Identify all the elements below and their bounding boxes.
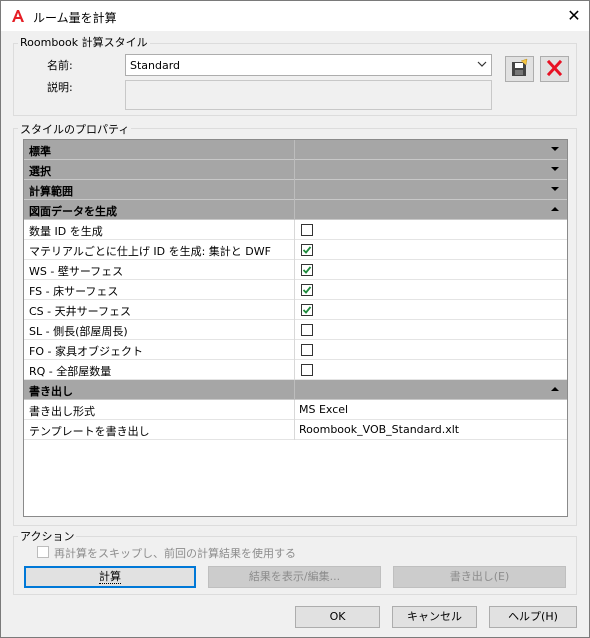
- property-row: CS - 天井サーフェス: [24, 300, 567, 320]
- export-button[interactable]: 書き出し(E): [393, 566, 566, 588]
- skip-recalc-checkbox[interactable]: [37, 546, 49, 558]
- column-divider: [294, 420, 295, 440]
- category-label: 標準: [29, 145, 51, 158]
- help-button[interactable]: ヘルプ(H): [489, 606, 577, 628]
- checkmark-icon: [302, 306, 312, 314]
- column-divider: [294, 360, 295, 380]
- delete-style-button[interactable]: [540, 56, 569, 82]
- property-row: SL - 側長(部屋周長): [24, 320, 567, 340]
- category-label: 図面データを生成: [29, 205, 117, 218]
- ok-button[interactable]: OK: [295, 606, 380, 628]
- ok-button-label: OK: [329, 610, 346, 623]
- property-label: マテリアルごとに仕上げ ID を生成: 集計と DWF: [29, 245, 271, 258]
- column-divider: [294, 240, 295, 260]
- properties-group-title: スタイルのプロパティ: [18, 121, 132, 137]
- description-field: [125, 80, 492, 110]
- save-icon: [512, 58, 528, 76]
- action-group-title: アクション: [18, 528, 77, 544]
- close-icon[interactable]: ✕: [561, 5, 587, 27]
- property-checkbox[interactable]: [301, 304, 313, 316]
- autocad-app-icon: [10, 8, 26, 24]
- name-label: 名前:: [47, 59, 73, 72]
- property-checkbox[interactable]: [301, 324, 313, 336]
- property-row: テンプレートを書き出し Roombook_VOB_Standard.xlt: [24, 420, 567, 440]
- column-divider: [294, 140, 295, 160]
- property-checkbox[interactable]: [301, 244, 313, 256]
- checkmark-icon: [302, 246, 312, 254]
- checkmark-icon: [302, 286, 312, 294]
- category-label: 書き出し: [29, 385, 73, 398]
- column-divider: [294, 300, 295, 320]
- expanded-arrow-icon[interactable]: [551, 205, 559, 213]
- category-label: 計算範囲: [29, 185, 73, 198]
- property-checkbox[interactable]: [301, 224, 313, 236]
- cancel-button-label: キャンセル: [407, 610, 462, 623]
- chevron-down-icon: [477, 58, 487, 73]
- property-checkbox[interactable]: [301, 344, 313, 356]
- collapsed-arrow-icon[interactable]: [551, 145, 559, 153]
- category-row-selection[interactable]: 選択: [24, 160, 567, 180]
- category-row-generate-drawing-data[interactable]: 図面データを生成: [24, 200, 567, 220]
- export-button-label: 書き出し(E): [449, 570, 510, 583]
- property-row: FS - 床サーフェス: [24, 280, 567, 300]
- collapsed-arrow-icon[interactable]: [551, 165, 559, 173]
- expanded-arrow-icon[interactable]: [551, 385, 559, 393]
- property-checkbox[interactable]: [301, 264, 313, 276]
- property-label: テンプレートを書き出し: [29, 425, 150, 438]
- column-divider: [294, 180, 295, 200]
- column-divider: [294, 280, 295, 300]
- skip-recalc-label: 再計算をスキップし、前回の計算結果を使用する: [54, 547, 296, 560]
- property-checkbox[interactable]: [301, 364, 313, 376]
- column-divider: [294, 380, 295, 400]
- column-divider: [294, 260, 295, 280]
- checkmark-icon: [302, 266, 312, 274]
- property-label: SL - 側長(部屋周長): [29, 325, 128, 338]
- style-name-value: Standard: [130, 59, 181, 72]
- column-divider: [294, 400, 295, 420]
- column-divider: [294, 220, 295, 240]
- category-row-standard[interactable]: 標準: [24, 140, 567, 160]
- column-divider: [294, 320, 295, 340]
- cancel-button[interactable]: キャンセル: [392, 606, 477, 628]
- property-label: CS - 天井サーフェス: [29, 305, 131, 318]
- collapsed-arrow-icon[interactable]: [551, 185, 559, 193]
- column-divider: [294, 340, 295, 360]
- style-name-select[interactable]: Standard: [125, 54, 492, 76]
- calculate-button[interactable]: 計算: [24, 566, 196, 588]
- dialog-window: ルーム量を計算 ✕ Roombook 計算スタイル 名前: Standard 説…: [0, 0, 590, 638]
- property-row: 書き出し形式 MS Excel: [24, 400, 567, 420]
- column-divider: [294, 200, 295, 220]
- property-label: RQ - 全部屋数量: [29, 365, 112, 378]
- property-checkbox[interactable]: [301, 284, 313, 296]
- show-edit-results-button[interactable]: 結果を表示/編集...: [208, 566, 381, 588]
- property-grid[interactable]: 標準 選択 計算範囲 図面データを生成 数量 ID を生成 マテリアルごとに仕上…: [23, 139, 568, 517]
- category-row-export[interactable]: 書き出し: [24, 380, 567, 400]
- property-row: 数量 ID を生成: [24, 220, 567, 240]
- export-template-value[interactable]: Roombook_VOB_Standard.xlt: [299, 423, 459, 436]
- property-row: FO - 家具オブジェクト: [24, 340, 567, 360]
- export-format-value[interactable]: MS Excel: [299, 403, 348, 416]
- property-label: 書き出し形式: [29, 405, 95, 418]
- property-label: 数量 ID を生成: [29, 225, 103, 238]
- title-bar: ルーム量を計算 ✕: [1, 1, 589, 31]
- property-row: WS - 壁サーフェス: [24, 260, 567, 280]
- property-label: WS - 壁サーフェス: [29, 265, 124, 278]
- property-label: FS - 床サーフェス: [29, 285, 119, 298]
- property-row: RQ - 全部屋数量: [24, 360, 567, 380]
- category-label: 選択: [29, 165, 51, 178]
- help-button-label: ヘルプ(H): [508, 610, 558, 623]
- category-row-calc-range[interactable]: 計算範囲: [24, 180, 567, 200]
- calculate-button-label: 計算: [99, 570, 121, 584]
- delete-icon: [546, 59, 563, 77]
- property-row: マテリアルごとに仕上げ ID を生成: 集計と DWF: [24, 240, 567, 260]
- description-label: 説明:: [47, 81, 73, 94]
- property-label: FO - 家具オブジェクト: [29, 345, 143, 358]
- column-divider: [294, 160, 295, 180]
- style-group-title: Roombook 計算スタイル: [18, 34, 150, 50]
- show-edit-results-label: 結果を表示/編集...: [248, 570, 341, 583]
- save-style-button[interactable]: [505, 56, 534, 82]
- window-title: ルーム量を計算: [33, 11, 117, 25]
